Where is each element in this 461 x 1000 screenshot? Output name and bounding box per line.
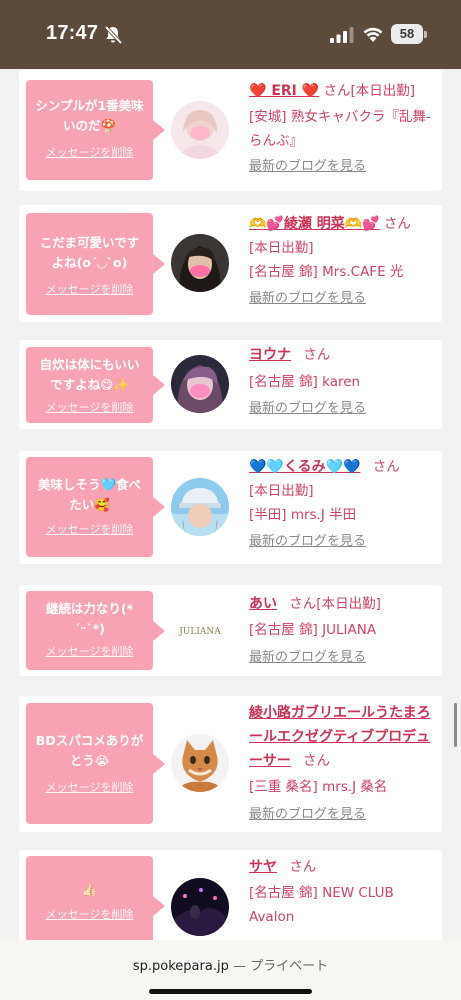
- shop-name: [名古屋 錦] JULIANA: [249, 622, 377, 638]
- message-bubble: こだま可愛いですよね(o´◡`o) メッセージを削除: [26, 213, 165, 315]
- cast-name-link[interactable]: 🫶💕綾瀬 明菜🫶💕: [249, 216, 380, 232]
- browser-address-bar[interactable]: sp.pokepara.jp — プライベート: [0, 940, 461, 1000]
- cast-name: ERI: [271, 83, 297, 99]
- work-status: [本日出勤]: [350, 83, 416, 99]
- latest-blog-link[interactable]: 最新のブログを見る: [249, 532, 439, 552]
- cast-name-link[interactable]: 💙🩵くるみ🩵💙: [249, 459, 360, 475]
- message-text: こだま可愛いですよね(o´◡`o): [39, 235, 140, 270]
- delete-message-link[interactable]: メッセージを削除: [26, 906, 153, 922]
- latest-blog-link[interactable]: 最新のブログを見る: [249, 157, 439, 177]
- latest-blog-link[interactable]: 最新のブログを見る: [249, 399, 439, 419]
- cast-info: サヤ さん [名古屋 錦] NEW CLUB Avalon: [249, 855, 439, 929]
- message-bubble: シンプルが1番美味いのだ🍄 メッセージを削除: [26, 80, 165, 180]
- avatar[interactable]: [171, 355, 229, 413]
- delete-message-link[interactable]: メッセージを削除: [26, 521, 153, 537]
- domain-text: sp.pokepara.jp: [132, 959, 229, 974]
- message-text: シンプルが1番美味いのだ🍄: [35, 98, 144, 133]
- cast-info: ヨウナ さん [名古屋 錦] karen 最新のブログを見る: [249, 343, 439, 419]
- signal-icon: [330, 27, 354, 43]
- latest-blog-link[interactable]: 最新のブログを見る: [249, 289, 439, 309]
- honorific: さん: [303, 753, 331, 769]
- avatar[interactable]: [171, 734, 229, 792]
- message-feed[interactable]: シンプルが1番美味いのだ🍄 メッセージを削除 ❤️ ERI ❤️ さん[本日出勤…: [0, 69, 461, 940]
- message-text: 美味しそう🩵食べたい🥰: [37, 477, 142, 512]
- shop-name: [三重 桑名] mrs.J 桑名: [249, 779, 388, 795]
- message-bubble: 美味しそう🩵食べたい🥰 メッセージを削除: [26, 457, 165, 557]
- scrollbar[interactable]: [454, 703, 457, 747]
- honorific: さん: [289, 596, 317, 612]
- cast-info: 🫶💕綾瀬 明菜🫶💕 さん [本日出勤] [名古屋 錦] Mrs.CAFE 光 最…: [249, 212, 439, 309]
- cast-info: あい さん[本日出勤] [名古屋 錦] JULIANA 最新のブログを見る: [249, 592, 439, 668]
- work-status: [本日出勤]: [249, 240, 314, 256]
- message-card: 美味しそう🩵食べたい🥰 メッセージを削除 💙🩵くるみ🩵💙 さん [本日出勤] […: [19, 451, 442, 564]
- avatar-logo[interactable]: JULIANA: [171, 601, 229, 659]
- heart-emoji: ❤️: [301, 83, 320, 99]
- delete-message-link[interactable]: メッセージを削除: [26, 399, 153, 415]
- avatar[interactable]: [171, 101, 229, 159]
- honorific: さん: [289, 859, 317, 875]
- shop-name: [名古屋 錦] karen: [249, 374, 361, 390]
- status-bar: 17:47 58: [0, 0, 461, 69]
- cast-info: 綾小路ガブリエールうたまろールエクゼグティブプロデューサー さん [三重 桑名]…: [249, 701, 435, 825]
- delete-message-link[interactable]: メッセージを削除: [26, 144, 153, 160]
- cast-name-link[interactable]: サヤ: [249, 859, 277, 875]
- message-bubble: BDスパコメありがとう😭 メッセージを削除: [26, 703, 165, 824]
- delete-message-link[interactable]: メッセージを削除: [26, 643, 153, 659]
- wifi-icon: [363, 27, 383, 42]
- message-card: 👍🏻 メッセージを削除 サヤ さん [名古屋 錦] NEW CLUB Avalo…: [19, 850, 442, 940]
- url-display[interactable]: sp.pokepara.jp — プライベート: [0, 955, 461, 974]
- message-card: シンプルが1番美味いのだ🍄 メッセージを削除 ❤️ ERI ❤️ さん[本日出勤…: [19, 70, 442, 191]
- honorific: さん: [303, 347, 331, 363]
- message-text: BDスパコメありがとう😭: [35, 733, 144, 768]
- private-mode-label: — プライベート: [232, 959, 329, 974]
- message-card: BDスパコメありがとう😭 メッセージを削除 綾小路ガブリエールうたまろールエクゼ…: [19, 696, 442, 832]
- message-bubble: 継続は力なり(*´ᵕ`*) メッセージを削除: [26, 591, 165, 670]
- work-status: [本日出勤]: [316, 596, 381, 612]
- message-card: 自炊は体にもいいですよね😋✨ メッセージを削除 ヨウナ さん [名古屋 錦] k…: [19, 340, 442, 429]
- message-card: 継続は力なり(*´ᵕ`*) メッセージを削除 JULIANA あい さん[本日出…: [19, 585, 442, 676]
- message-card: こだま可愛いですよね(o´◡`o) メッセージを削除 🫶💕綾瀬 明菜🫶💕 さん …: [19, 205, 442, 322]
- message-bubble: 自炊は体にもいいですよね😋✨ メッセージを削除: [26, 347, 165, 423]
- bell-slash-icon: [104, 25, 123, 45]
- cast-name-link[interactable]: ❤️ ERI ❤️: [249, 83, 319, 99]
- latest-blog-link[interactable]: 最新のブログを見る: [249, 805, 435, 825]
- message-text: 👍🏻: [81, 882, 98, 897]
- battery-icon: 58: [391, 24, 423, 44]
- cast-name-link[interactable]: ヨウナ: [249, 347, 291, 363]
- honorific: さん: [323, 83, 351, 99]
- battery-tip: [424, 31, 427, 38]
- message-text: 自炊は体にもいいですよね😋✨: [39, 357, 140, 392]
- shop-name: [半田] mrs.J 半田: [249, 507, 357, 523]
- honorific: さん: [372, 459, 400, 475]
- shop-name: [名古屋 錦] Mrs.CAFE 光: [249, 264, 404, 280]
- avatar[interactable]: [171, 234, 229, 292]
- shop-name: [名古屋 錦] NEW CLUB Avalon: [249, 885, 394, 925]
- shop-name: [安城] 熟女キャバクラ『乱舞-らんぶ』: [249, 109, 431, 149]
- work-status: [本日出勤]: [249, 483, 314, 499]
- cast-name-link[interactable]: あい: [249, 596, 277, 612]
- home-indicator[interactable]: [149, 989, 312, 994]
- juliana-logo-text: JULIANA: [178, 627, 221, 637]
- heart-emoji: ❤️: [249, 83, 267, 99]
- message-text: 継続は力なり(*´ᵕ`*): [45, 601, 134, 636]
- status-time: 17:47: [46, 22, 99, 44]
- message-bubble: 👍🏻 メッセージを削除: [26, 856, 165, 940]
- delete-message-link[interactable]: メッセージを削除: [26, 281, 153, 297]
- avatar[interactable]: [171, 878, 229, 936]
- cast-info: 💙🩵くるみ🩵💙 さん [本日出勤] [半田] mrs.J 半田 最新のブログを見…: [249, 455, 439, 552]
- honorific: さん: [383, 216, 411, 232]
- latest-blog-link[interactable]: 最新のブログを見る: [249, 648, 439, 668]
- delete-message-link[interactable]: メッセージを削除: [26, 779, 153, 795]
- cast-info: ❤️ ERI ❤️ さん[本日出勤] [安城] 熟女キャバクラ『乱舞-らんぶ』 …: [249, 79, 439, 177]
- avatar[interactable]: [171, 478, 229, 536]
- cast-name-link[interactable]: 綾小路ガブリエールうたまろールエクゼグティブプロデューサー: [249, 705, 431, 769]
